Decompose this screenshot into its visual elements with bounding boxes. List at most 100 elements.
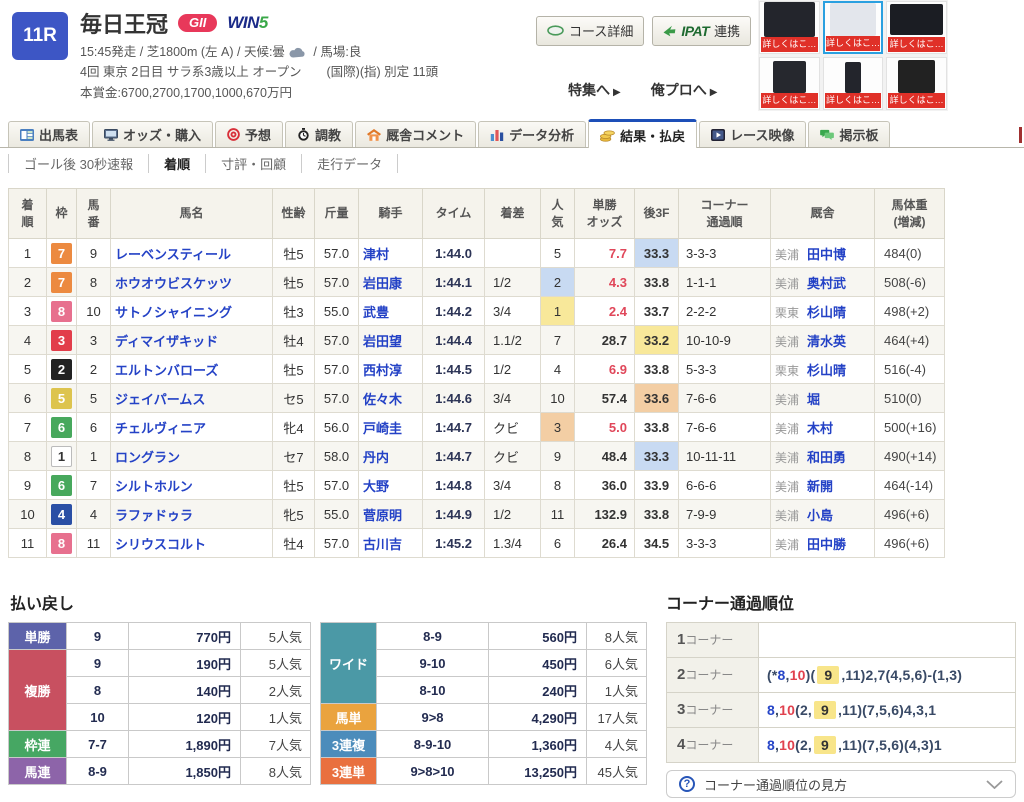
stable-comment-icon — [367, 129, 381, 141]
horse-name-link[interactable]: シルトホルン — [115, 479, 193, 494]
trainer-link[interactable]: 杉山晴 — [807, 305, 846, 320]
winner-highlight: 9 — [814, 736, 836, 754]
jockey-link[interactable]: 岩田望 — [363, 334, 402, 349]
stable-cell: 美浦田中博 — [771, 239, 875, 268]
payout-popularity: 45人気 — [587, 758, 647, 785]
horse-number: 10 — [77, 297, 111, 326]
finish-time: 1:44.9 — [423, 500, 485, 529]
coins-icon — [600, 129, 615, 142]
ad-banner[interactable]: 詳しくはこ… — [759, 1, 820, 54]
bracket-badge: 7 — [51, 272, 72, 293]
subtab-寸評・回顧[interactable]: 寸評・回顧 — [205, 154, 301, 173]
ad-banner[interactable]: 詳しくはこ… — [886, 57, 947, 110]
corner-help-toggle[interactable]: ? コーナー通過順位の見方 — [666, 770, 1016, 798]
feature-link[interactable]: 特集へ▶ — [568, 80, 621, 100]
trainer-link[interactable]: 田中勝 — [807, 537, 846, 552]
race-info-line3: 本賞金:6700,2700,1700,1000,670万円 — [80, 83, 438, 103]
horse-name-cell: レーベンスティール — [111, 239, 273, 268]
jockey-link[interactable]: 岩田康 — [363, 276, 402, 291]
tab-keijiban[interactable]: 掲示板 — [808, 121, 890, 147]
carried-weight: 57.0 — [315, 326, 359, 355]
horse-name-link[interactable]: エルトンバローズ — [115, 363, 218, 378]
margin: 1/2 — [485, 355, 541, 384]
win-odds: 5.0 — [575, 413, 635, 442]
horse-name-link[interactable]: サトノシャイニング — [115, 305, 232, 320]
win-odds: 4.3 — [575, 268, 635, 297]
bet-type-label: 馬単 — [321, 704, 377, 731]
jockey-link[interactable]: 佐々木 — [363, 392, 402, 407]
tab-kekka[interactable]: 結果・払戻 — [588, 119, 697, 148]
chevron-down-icon[interactable] — [986, 780, 1003, 789]
last-3f: 33.7 — [635, 297, 679, 326]
course-detail-button[interactable]: コース詳細 — [536, 16, 644, 46]
horse-name-link[interactable]: ロングラン — [115, 450, 180, 465]
jockey-link[interactable]: 津村 — [363, 247, 389, 262]
horse-name-cell: ロングラン — [111, 442, 273, 471]
jockey-link[interactable]: 菅原明 — [363, 508, 402, 523]
subtab-ゴール後 30秒速報[interactable]: ゴール後 30秒速報 — [8, 154, 148, 173]
jockey-link[interactable]: 戸崎圭 — [363, 421, 402, 436]
horse-number: 5 — [77, 384, 111, 413]
jockey-link[interactable]: 武豊 — [363, 305, 389, 320]
carried-weight: 57.0 — [315, 471, 359, 500]
horse-name-link[interactable]: ディマイザキッド — [115, 334, 218, 349]
bracket-badge: 6 — [51, 475, 72, 496]
trainer-link[interactable]: 堀 — [807, 392, 820, 407]
carried-weight: 57.0 — [315, 239, 359, 268]
trainer-link[interactable]: 新開 — [807, 479, 833, 494]
corner-label: 3コーナー — [667, 693, 759, 728]
stable-region: 美浦 — [775, 248, 799, 262]
trainer-link[interactable]: 奥村武 — [807, 276, 846, 291]
body-weight: 464(+4) — [875, 326, 945, 355]
ad-banner[interactable]: 詳しくはこ… — [886, 1, 947, 54]
trainer-link[interactable]: 清水英 — [807, 334, 846, 349]
tab-chokyo[interactable]: 調教 — [285, 121, 353, 147]
jockey-link[interactable]: 西村淳 — [363, 363, 402, 378]
win-odds: 6.9 — [575, 355, 635, 384]
bet-type-label: 3連複 — [321, 731, 377, 758]
payout-selection: 9-10 — [377, 650, 489, 677]
horse-name-link[interactable]: シリウスコルト — [115, 537, 206, 552]
body-weight: 496(+6) — [875, 500, 945, 529]
popularity: 4 — [541, 355, 575, 384]
jockey-link[interactable]: 丹内 — [363, 450, 389, 465]
subtab-着順[interactable]: 着順 — [148, 154, 205, 173]
horse-name-link[interactable]: レーベンスティール — [115, 247, 231, 262]
ad-banner[interactable]: 詳しくはこ… — [823, 57, 884, 110]
horse-number: 7 — [77, 471, 111, 500]
margin: クビ — [485, 442, 541, 471]
finish-position: 6 — [9, 384, 47, 413]
finish-time: 1:44.4 — [423, 326, 485, 355]
trainer-link[interactable]: 田中博 — [807, 247, 846, 262]
ad-banner[interactable]: 詳しくはこ… — [759, 57, 820, 110]
ad-label: 詳しくはこ… — [888, 93, 945, 108]
trainer-link[interactable]: 木村 — [807, 421, 833, 436]
data-analysis-icon — [490, 129, 504, 141]
body-weight: 508(-6) — [875, 268, 945, 297]
horse-name-link[interactable]: チェルヴィニア — [115, 421, 206, 436]
ad-banner[interactable]: 詳しくはこ… — [823, 1, 884, 54]
subtab-走行データ[interactable]: 走行データ — [301, 154, 398, 173]
stable-cell: 栗東杉山晴 — [771, 297, 875, 326]
horse-name-link[interactable]: ラファドゥラ — [115, 508, 193, 523]
orepro-link[interactable]: 俺プロへ▶ — [651, 80, 718, 100]
tab-shutsuba[interactable]: 出馬表 — [8, 121, 90, 147]
tab-yoso[interactable]: 予想 — [215, 121, 283, 147]
tab-bunseki[interactable]: データ分析 — [478, 121, 586, 147]
horse-name-link[interactable]: ジェイパームス — [115, 392, 205, 407]
ipat-link-button[interactable]: IPAT 連携 — [652, 16, 751, 46]
trainer-link[interactable]: 和田勇 — [807, 450, 846, 465]
tab-odds[interactable]: オッズ・購入 — [92, 121, 213, 147]
payout-table-left: 単勝9770円5人気複勝9190円5人気8140円2人気10120円1人気枠連7… — [8, 622, 311, 785]
finish-position: 7 — [9, 413, 47, 442]
tab-comment[interactable]: 厩舎コメント — [355, 121, 476, 147]
jockey-link[interactable]: 古川吉 — [363, 537, 402, 552]
trainer-link[interactable]: 小島 — [807, 508, 833, 523]
tab-eizo[interactable]: レース映像 — [699, 121, 806, 147]
trainer-link[interactable]: 杉山晴 — [807, 363, 846, 378]
payout-selection: 8-9 — [377, 623, 489, 650]
stable-cell: 栗東杉山晴 — [771, 355, 875, 384]
tab-label: 厩舎コメント — [386, 125, 464, 144]
horse-name-link[interactable]: ホウオウビスケッツ — [115, 276, 232, 291]
jockey-link[interactable]: 大野 — [363, 479, 389, 494]
